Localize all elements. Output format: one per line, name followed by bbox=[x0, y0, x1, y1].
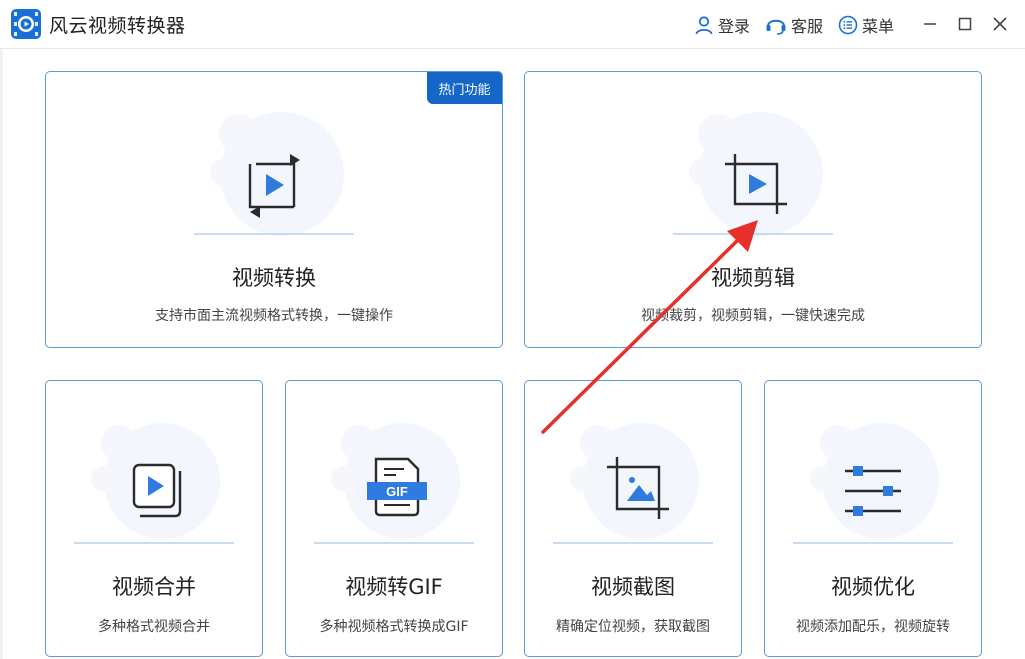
menu-label: 菜单 bbox=[862, 17, 895, 36]
close-icon bbox=[993, 17, 1007, 31]
card-description: 精确定位视频，获取截图 bbox=[556, 619, 710, 635]
close-button[interactable] bbox=[989, 13, 1011, 35]
sliders-icon bbox=[793, 423, 953, 544]
card-description: 视频添加配乐，视频旋转 bbox=[796, 619, 950, 635]
card-description: 支持市面主流视频格式转换，一键操作 bbox=[155, 308, 393, 324]
maximize-icon bbox=[958, 17, 972, 31]
card-title: 视频截图 bbox=[591, 575, 675, 599]
customer-service-button[interactable]: 客服 bbox=[765, 13, 823, 37]
hot-feature-badge: 热门功能 bbox=[427, 72, 502, 104]
app-logo-icon bbox=[11, 9, 41, 39]
card-title: 视频转GIF bbox=[345, 575, 443, 599]
card-video-edit[interactable]: 视频剪辑 视频裁剪，视频剪辑，一键快速完成 bbox=[524, 71, 982, 348]
card-video-merge[interactable]: 视频合并 多种格式视频合并 bbox=[45, 380, 263, 657]
crop-image-icon bbox=[553, 423, 713, 544]
minimize-icon bbox=[924, 23, 936, 25]
merge-video-icon bbox=[74, 423, 234, 544]
title-bar: 风云视频转换器 登录 客服 菜单 bbox=[0, 0, 1025, 49]
card-video-convert[interactable]: 热门功能 视频转换 支持市面主流视频格式转换，一键操作 bbox=[45, 71, 503, 348]
card-title: 视频合并 bbox=[112, 575, 196, 599]
convert-video-icon bbox=[194, 112, 354, 236]
card-title: 视频剪辑 bbox=[711, 266, 795, 290]
maximize-button[interactable] bbox=[954, 13, 976, 35]
login-label: 登录 bbox=[718, 17, 751, 36]
menu-list-icon bbox=[838, 15, 858, 35]
user-icon bbox=[695, 16, 713, 35]
crop-video-icon bbox=[673, 112, 833, 236]
window-left-edge bbox=[0, 50, 3, 659]
card-video-to-gif[interactable]: GIF 视频转GIF 多种视频格式转换成GIF bbox=[285, 380, 503, 657]
card-video-optimize[interactable]: 视频优化 视频添加配乐，视频旋转 bbox=[764, 380, 982, 657]
app-title: 风云视频转换器 bbox=[49, 15, 186, 37]
card-description: 多种格式视频合并 bbox=[98, 619, 210, 635]
minimize-button[interactable] bbox=[919, 13, 941, 35]
gif-icon-label: GIF bbox=[386, 484, 408, 499]
gif-file-icon: GIF bbox=[314, 423, 474, 544]
card-title: 视频优化 bbox=[831, 575, 915, 599]
card-title: 视频转换 bbox=[232, 266, 316, 290]
login-button[interactable]: 登录 bbox=[694, 13, 750, 37]
card-video-screenshot[interactable]: 视频截图 精确定位视频，获取截图 bbox=[524, 380, 742, 657]
service-label: 客服 bbox=[791, 17, 824, 36]
card-description: 多种视频格式转换成GIF bbox=[319, 619, 469, 635]
card-description: 视频裁剪，视频剪辑，一键快速完成 bbox=[641, 308, 865, 324]
headset-icon bbox=[766, 19, 786, 35]
menu-button[interactable]: 菜单 bbox=[838, 13, 894, 37]
